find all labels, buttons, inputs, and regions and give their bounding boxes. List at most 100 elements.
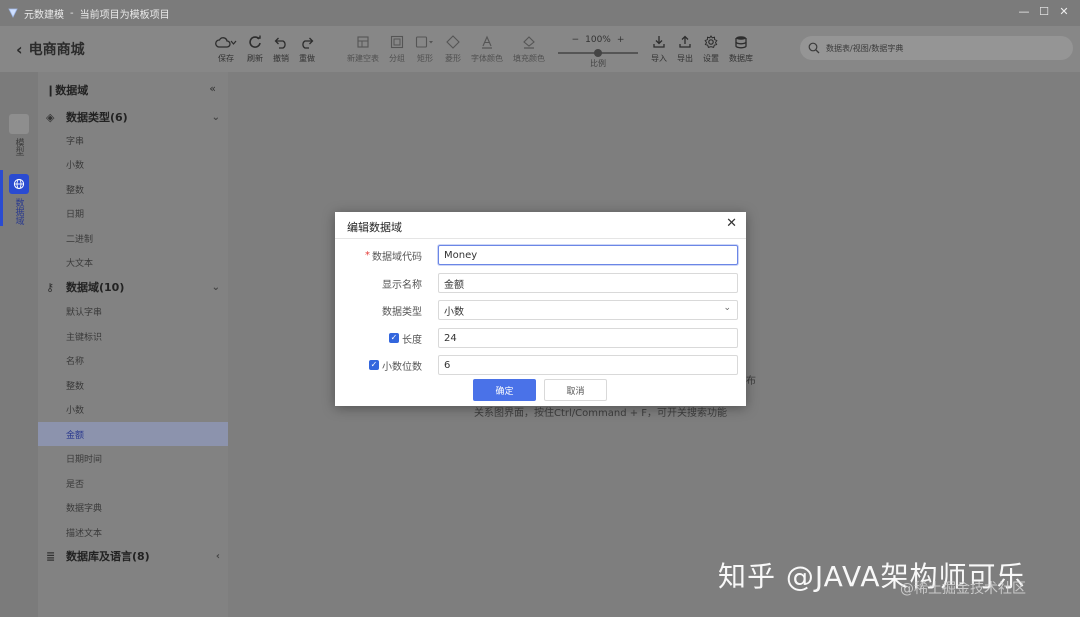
fill-color-icon [523,36,535,49]
field-row-length: ✓ 长度 24 [335,328,746,348]
fill-color-label: 填充颜色 [513,54,545,63]
zoom-label: 比例 [590,59,606,68]
confirm-button[interactable]: 确定 [473,379,536,401]
new-table-label: 新建空表 [347,54,379,63]
list-item[interactable]: 名称 [38,348,228,372]
export-icon [679,35,691,48]
collapse-icon[interactable]: « [209,82,216,95]
display-label: 显示名称 [382,279,422,291]
field-row-scale: ✓ 小数位数 6 [335,355,746,375]
list-item[interactable]: 主键标识 [38,324,228,348]
rail-model-label: 模型 [13,138,24,156]
project-note: 当前项目为模板项目 [79,9,170,21]
list-item[interactable]: 字串 [38,128,228,152]
zoom-slider-knob[interactable] [594,49,602,57]
list-item[interactable]: 二进制 [38,226,228,250]
rect-label: 矩形 [417,54,433,63]
list-item[interactable]: 日期时间 [38,446,228,470]
minimize-icon[interactable]: — [1018,6,1030,18]
new-table-button[interactable]: 新建空表 [347,34,379,64]
display-name-input[interactable]: 金额 [438,273,738,293]
font-color-button[interactable]: 字体颜色 [471,34,503,64]
close-window-icon[interactable]: ✕ [1058,6,1070,18]
data-type-select[interactable]: 小数 ⌄ [438,300,738,320]
zoom-out-icon[interactable]: − [572,35,580,45]
search-icon [808,42,820,54]
group-databases-label: 数据库及语言(8) [66,550,150,563]
maximize-icon[interactable]: ☐ [1038,6,1050,18]
export-button[interactable]: 导出 [677,34,693,64]
undo-button[interactable]: 撤销 [273,34,289,64]
database-button[interactable]: 数据库 [729,34,753,64]
rect-button[interactable]: 矩形 [415,34,435,64]
list-item[interactable]: 数据字典 [38,495,228,519]
cancel-button[interactable]: 取消 [544,379,607,401]
new-table-icon [357,36,369,48]
group-databases[interactable]: ≣ 数据库及语言(8) ‹ [38,545,228,567]
list-item[interactable]: 整数 [38,373,228,397]
dialog-title: 编辑数据域 [347,221,402,234]
list-item[interactable]: 小数 [38,152,228,176]
list-item[interactable]: 小数 [38,397,228,421]
field-row-type: 数据类型 小数 ⌄ [335,300,746,320]
rail-item-model[interactable]: 模型 [0,114,38,156]
length-label: ✓ 长度 [389,333,422,346]
scale-checkbox[interactable]: ✓ [369,360,379,370]
database-icon: ≣ [46,549,56,563]
undo-icon [274,37,286,49]
list-item[interactable]: 默认字串 [38,299,228,323]
scale-input[interactable]: 6 [438,355,738,375]
chevron-down-icon: ⌄ [211,111,220,123]
chevron-down-icon: ⌄ [723,303,731,313]
list-item[interactable]: 日期 [38,201,228,225]
domain-code-input[interactable]: Money [438,245,738,265]
list-item[interactable]: 是否 [38,471,228,495]
model-icon [9,114,29,134]
list-item[interactable]: 描述文本 [38,520,228,544]
refresh-button[interactable]: 刷新 [247,34,263,64]
chevron-left-icon: ‹ [215,550,220,562]
refresh-icon [249,35,261,48]
rect-icon [415,36,433,48]
save-label: 保存 [218,54,234,63]
type-label: 数据类型 [382,306,422,318]
zoom-in-icon[interactable]: + [617,35,625,45]
cube-icon: ◈ [46,110,55,124]
globe-icon [9,174,29,194]
search-input[interactable]: 数据表/视图/数据字典 [800,36,1073,60]
zoom-slider[interactable] [558,49,638,57]
field-row-code: * 数据域代码 Money [335,245,746,265]
database-icon [735,36,747,49]
rail-domain-label: 数据域 [13,198,24,225]
title-separator: - [70,7,74,19]
settings-label: 设置 [703,54,719,63]
cloud-save-icon [215,37,237,48]
list-item-selected[interactable]: 金额 [38,422,228,446]
key-icon: ⚷ [46,280,55,294]
list-item[interactable]: 大文本 [38,250,228,274]
length-input[interactable]: 24 [438,328,738,348]
group-button[interactable]: 分组 [389,34,405,64]
group-data-domains[interactable]: ⚷ 数据域(10) ⌄ [38,276,228,298]
watermark-sub: @稀土掘金技术社区 [900,581,1026,597]
title-bar: 元数建模 - 当前项目为模板项目 — ☐ ✕ [0,0,1080,26]
import-button[interactable]: 导入 [651,34,667,64]
save-button[interactable]: 保存 [215,34,237,64]
fill-color-button[interactable]: 填充颜色 [513,34,545,64]
rail-item-domain[interactable]: 数据域 [0,174,38,225]
group-data-types[interactable]: ◈ 数据类型(6) ⌄ [38,106,228,128]
group-data-types-label: 数据类型(6) [66,111,128,124]
gear-icon [704,35,718,49]
length-checkbox[interactable]: ✓ [389,333,399,343]
edit-domain-dialog: 编辑数据域 ✕ * 数据域代码 Money 显示名称 金额 数据类型 小数 ⌄ ✓… [335,212,746,406]
list-item[interactable]: 整数 [38,177,228,201]
export-label: 导出 [677,54,693,63]
redo-button[interactable]: 重做 [299,34,315,64]
field-row-display: 显示名称 金额 [335,273,746,293]
group-icon [390,35,404,49]
settings-button[interactable]: 设置 [703,34,719,64]
back-button[interactable]: ‹ 电商商城 [0,39,210,59]
diamond-button[interactable]: 菱形 [445,34,461,64]
import-icon [653,36,665,48]
close-icon[interactable]: ✕ [726,216,737,231]
